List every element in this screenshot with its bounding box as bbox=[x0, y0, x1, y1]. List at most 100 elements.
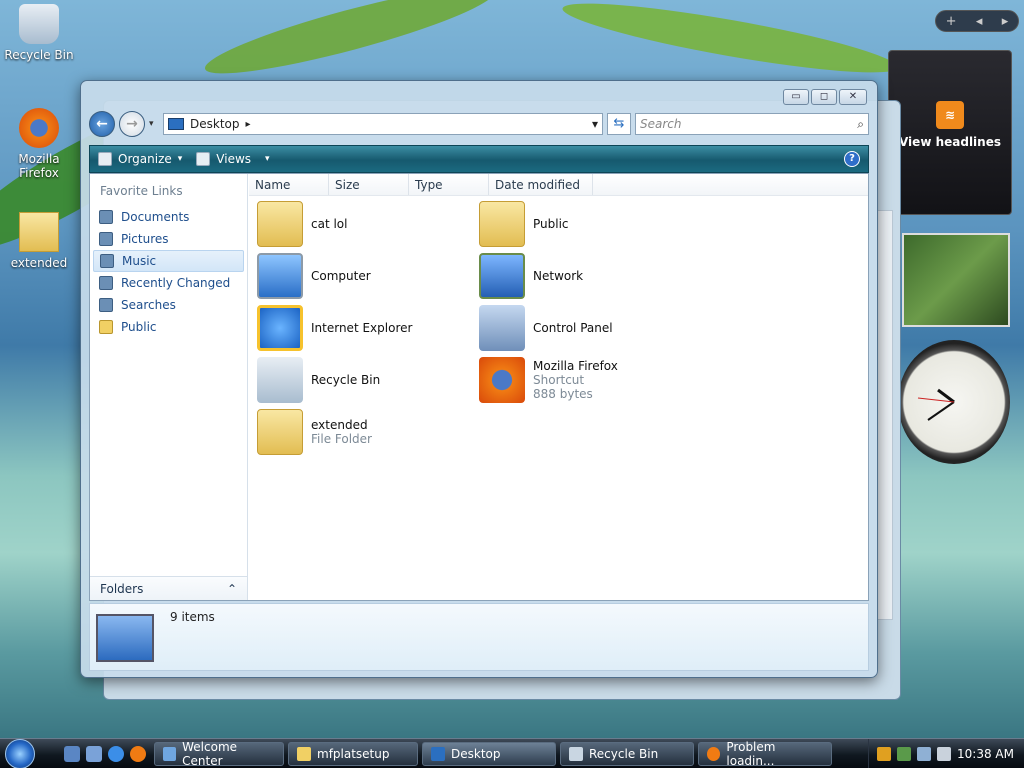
palm-leaf bbox=[559, 0, 901, 86]
fav-link-label: Searches bbox=[121, 298, 176, 312]
desktop-icon-extended[interactable]: extended bbox=[2, 212, 76, 270]
desktop-icon-firefox[interactable]: Mozilla Firefox bbox=[2, 108, 76, 180]
fav-link-public[interactable]: Public bbox=[93, 316, 244, 338]
desktop-icon-label: Recycle Bin bbox=[4, 48, 74, 62]
command-bar: Organize ▾ Views ▾ ? bbox=[89, 145, 869, 173]
taskbar-button-label: Problem loadin... bbox=[726, 739, 776, 768]
clock-gadget bbox=[898, 340, 1010, 464]
file-size: 888 bytes bbox=[533, 387, 593, 401]
quick-launch bbox=[64, 745, 146, 762]
start-button[interactable] bbox=[0, 738, 40, 768]
file-item[interactable]: Network bbox=[479, 250, 689, 302]
next-gadgets-button[interactable]: ▸ bbox=[1002, 14, 1009, 29]
taskbar-button-label: Welcome Center bbox=[182, 739, 238, 768]
fav-link-searches[interactable]: Searches bbox=[93, 294, 244, 316]
show-desktop-icon[interactable] bbox=[64, 745, 80, 762]
organize-icon bbox=[98, 152, 112, 166]
file-item[interactable]: Recycle Bin bbox=[257, 354, 467, 406]
fav-link-pictures[interactable]: Pictures bbox=[93, 228, 244, 250]
close-button[interactable]: ✕ bbox=[839, 89, 867, 105]
fav-link-recently-changed[interactable]: Recently Changed bbox=[93, 272, 244, 294]
help-button[interactable]: ? bbox=[844, 151, 860, 167]
scrollbar[interactable] bbox=[877, 210, 893, 620]
network-icon bbox=[479, 253, 525, 299]
address-separator[interactable]: ▸ bbox=[246, 119, 251, 130]
address-bar[interactable]: Desktop ▸ ▾ bbox=[163, 113, 603, 135]
explorer-window: ▭ ◻ ✕ ← → ▾ Desktop ▸ ▾ ⇆ Search ⌕ Organ… bbox=[80, 80, 878, 678]
forward-button[interactable]: → bbox=[119, 111, 145, 137]
item-count: 9 items bbox=[170, 610, 215, 624]
file-name: extended bbox=[311, 418, 368, 432]
slideshow-gadget[interactable] bbox=[902, 233, 1010, 327]
file-name: Recycle Bin bbox=[311, 373, 381, 387]
system-tray: 10:38 AM bbox=[868, 738, 1024, 768]
address-dropdown-icon[interactable]: ▾ bbox=[592, 117, 602, 131]
column-name[interactable]: Name bbox=[249, 174, 329, 195]
views-button[interactable]: Views ▾ bbox=[196, 152, 270, 166]
search-input[interactable]: Search ⌕ bbox=[635, 113, 869, 135]
fav-link-documents[interactable]: Documents bbox=[93, 206, 244, 228]
file-name: Control Panel bbox=[533, 321, 613, 335]
column-size[interactable]: Size bbox=[329, 174, 409, 195]
recently-changed-icon bbox=[99, 276, 113, 290]
views-icon bbox=[196, 152, 211, 166]
taskbar-button-label: Desktop bbox=[451, 746, 501, 761]
welcome-center-icon bbox=[163, 746, 177, 761]
clock-face bbox=[917, 388, 955, 421]
sidebar-controls: + ◂ ▸ bbox=[935, 10, 1019, 32]
views-label: Views bbox=[216, 152, 252, 166]
firefox-icon[interactable] bbox=[130, 745, 146, 762]
file-item[interactable]: Public bbox=[479, 198, 689, 250]
documents-icon bbox=[99, 210, 113, 224]
refresh-button[interactable]: ⇆ bbox=[607, 113, 631, 135]
file-item[interactable]: Mozilla Firefox Shortcut 888 bytes bbox=[479, 354, 689, 406]
column-date-modified[interactable]: Date modified bbox=[489, 174, 593, 195]
organize-button[interactable]: Organize ▾ bbox=[98, 152, 182, 166]
windows-update-icon[interactable] bbox=[897, 746, 912, 761]
taskbar-button-firefox[interactable]: Problem loadin... bbox=[698, 739, 832, 768]
file-item[interactable]: Control Panel bbox=[479, 302, 689, 354]
taskbar-button-recycle-bin[interactable]: Recycle Bin bbox=[560, 741, 694, 766]
fav-link-label: Documents bbox=[121, 210, 190, 224]
control-panel-icon bbox=[479, 305, 525, 351]
minimize-button[interactable]: ▭ bbox=[783, 89, 809, 105]
previous-gadgets-button[interactable]: ◂ bbox=[976, 14, 983, 29]
feed-headlines-gadget[interactable]: ≋ View headlines bbox=[888, 50, 1012, 215]
desktop-icon-label: extended bbox=[10, 256, 68, 270]
taskbar-button-desktop[interactable]: Desktop bbox=[422, 741, 556, 766]
file-item[interactable]: extended File Folder bbox=[257, 406, 467, 458]
windows-logo-icon bbox=[5, 738, 35, 768]
file-name: cat lol bbox=[311, 217, 348, 231]
file-name: Internet Explorer bbox=[311, 321, 413, 335]
details-pane: 9 items bbox=[89, 603, 869, 671]
taskbar-button-label: Recycle Bin bbox=[589, 746, 659, 761]
desktop-icon-recycle-bin[interactable]: Recycle Bin bbox=[2, 4, 76, 62]
desktop-icon bbox=[431, 746, 445, 761]
file-item[interactable]: cat lol bbox=[257, 198, 467, 250]
file-item[interactable]: Computer bbox=[257, 250, 467, 302]
searches-icon bbox=[99, 298, 113, 312]
back-button[interactable]: ← bbox=[89, 111, 115, 137]
switch-windows-icon[interactable] bbox=[86, 745, 102, 762]
volume-muted-icon[interactable] bbox=[937, 746, 952, 761]
folders-toggle[interactable]: Folders ⌃ bbox=[90, 576, 247, 600]
clock-time[interactable]: 10:38 AM bbox=[957, 747, 1014, 761]
recycle-bin-icon bbox=[19, 4, 59, 44]
add-gadget-button[interactable]: + bbox=[946, 14, 957, 29]
taskbar-button-welcome-center[interactable]: Welcome Center bbox=[154, 739, 284, 768]
view-headlines-label[interactable]: View headlines bbox=[889, 135, 1011, 149]
search-icon[interactable]: ⌕ bbox=[857, 117, 864, 132]
maximize-button[interactable]: ◻ bbox=[811, 89, 837, 105]
fav-link-music[interactable]: Music bbox=[93, 250, 244, 272]
recent-pages-dropdown[interactable]: ▾ bbox=[149, 119, 159, 129]
content-area: Favorite Links Documents Pictures Music … bbox=[89, 173, 869, 601]
security-shield-icon[interactable] bbox=[877, 746, 892, 761]
archive-folder-icon bbox=[257, 201, 303, 247]
internet-explorer-icon[interactable] bbox=[108, 745, 124, 762]
music-icon bbox=[100, 254, 114, 268]
column-type[interactable]: Type bbox=[409, 174, 489, 195]
taskbar-button-mfplatsetup[interactable]: mfplatsetup bbox=[288, 741, 418, 766]
network-status-icon[interactable] bbox=[917, 746, 932, 761]
file-item[interactable]: Internet Explorer bbox=[257, 302, 467, 354]
file-name: Mozilla Firefox bbox=[533, 359, 618, 373]
